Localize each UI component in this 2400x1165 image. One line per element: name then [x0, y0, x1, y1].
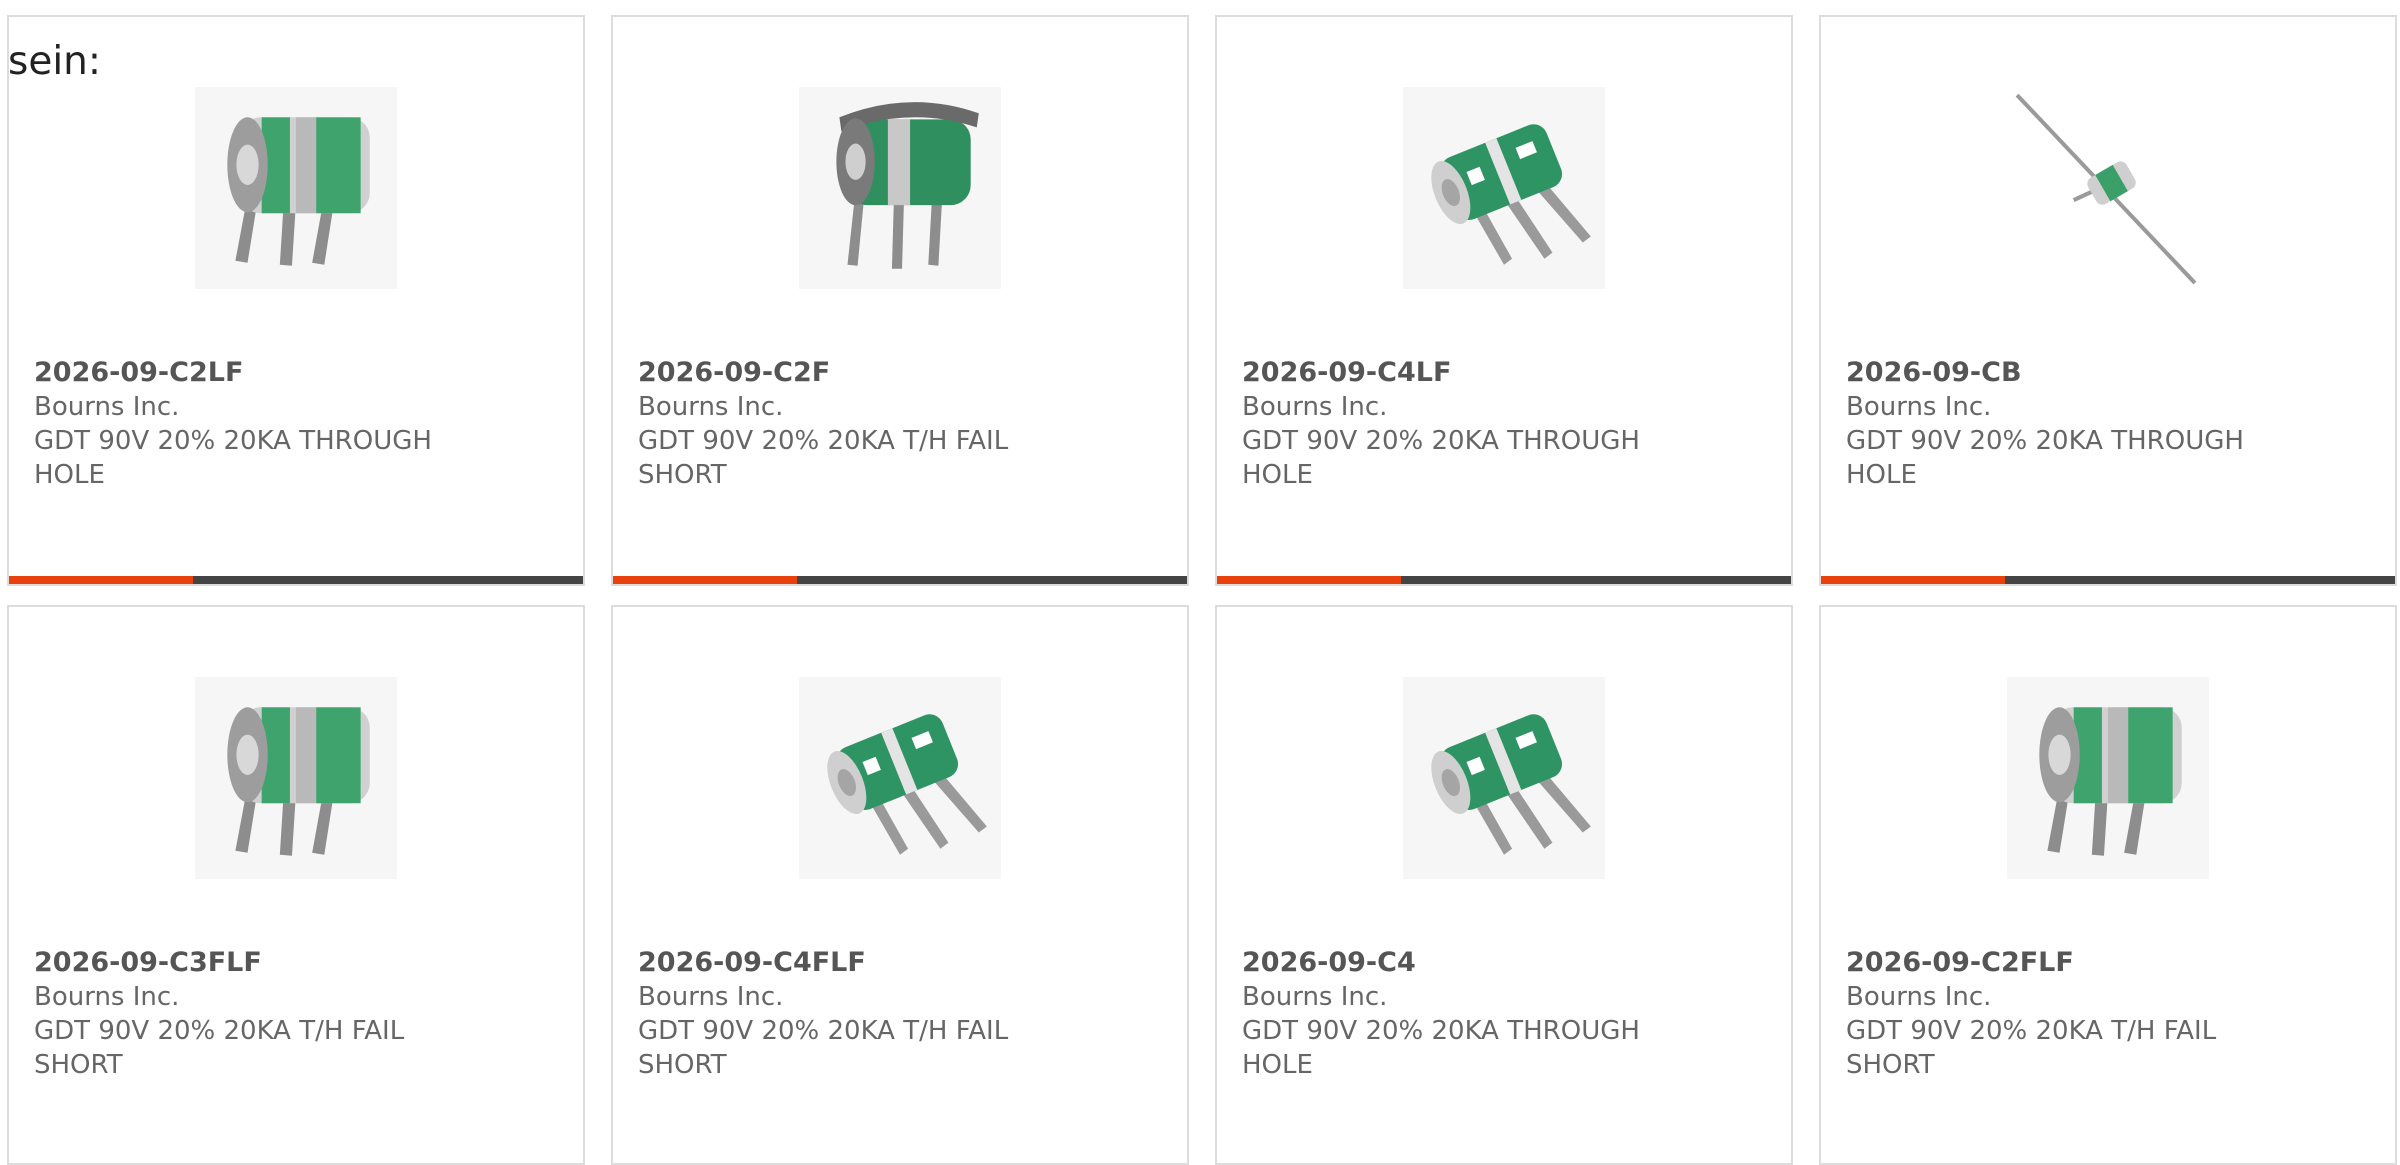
progress-bar-fill: [1217, 576, 1401, 584]
product-info: 2026-09-CB Bourns Inc. GDT 90V 20% 20KA …: [1846, 356, 2366, 492]
progress-bar: [1821, 576, 2395, 584]
gdt-component-image[interactable]: [195, 87, 397, 289]
product-card[interactable]: 2026-09-C3FLF Bourns Inc. GDT 90V 20% 20…: [7, 605, 585, 1165]
product-info: 2026-09-C2LF Bourns Inc. GDT 90V 20% 20K…: [34, 356, 554, 492]
product-card[interactable]: 2026-09-CB Bourns Inc. GDT 90V 20% 20KA …: [1819, 15, 2397, 586]
product-description: GDT 90V 20% 20KA THROUGH HOLE: [1242, 1016, 1640, 1080]
product-info: 2026-09-C3FLF Bourns Inc. GDT 90V 20% 20…: [34, 946, 554, 1082]
3-lead-gdt-green-band-icon: [195, 677, 397, 879]
manufacturer-name: Bourns Inc.: [34, 392, 180, 422]
product-info: 2026-09-C2F Bourns Inc. GDT 90V 20% 20KA…: [638, 356, 1158, 492]
product-description: GDT 90V 20% 20KA T/H FAIL SHORT: [638, 1016, 1009, 1080]
product-card[interactable]: 2026-09-C4FLF Bourns Inc. GDT 90V 20% 20…: [611, 605, 1189, 1165]
manufacturer-name: Bourns Inc.: [638, 392, 784, 422]
product-description: GDT 90V 20% 20KA T/H FAIL SHORT: [1846, 1016, 2217, 1080]
part-number[interactable]: 2026-09-C2LF: [34, 356, 554, 390]
page-prefix-label: sein:: [8, 39, 102, 84]
3-lead-gdt-angled-icon: [1403, 677, 1605, 879]
product-info: 2026-09-C4 Bourns Inc. GDT 90V 20% 20KA …: [1242, 946, 1762, 1082]
part-number[interactable]: 2026-09-C4FLF: [638, 946, 1158, 980]
manufacturer-name: Bourns Inc.: [34, 982, 180, 1012]
product-description: GDT 90V 20% 20KA THROUGH HOLE: [34, 426, 432, 490]
part-number[interactable]: 2026-09-C3FLF: [34, 946, 554, 980]
3-lead-gdt-green-band-icon: [195, 87, 397, 289]
gdt-component-image[interactable]: [1403, 677, 1605, 879]
3-lead-gdt-failsafe-clip-icon: [799, 87, 1001, 289]
progress-bar: [1217, 576, 1791, 584]
manufacturer-name: Bourns Inc.: [1242, 982, 1388, 1012]
3-lead-gdt-green-band-icon: [2007, 677, 2209, 879]
gdt-component-image[interactable]: [799, 87, 1001, 289]
progress-bar: [9, 576, 583, 584]
progress-bar: [613, 576, 1187, 584]
progress-bar-fill: [613, 576, 797, 584]
product-info: 2026-09-C2FLF Bourns Inc. GDT 90V 20% 20…: [1846, 946, 2366, 1082]
gdt-component-image[interactable]: [799, 677, 1001, 879]
product-card[interactable]: 2026-09-C4 Bourns Inc. GDT 90V 20% 20KA …: [1215, 605, 1793, 1165]
part-number[interactable]: 2026-09-C2FLF: [1846, 946, 2366, 980]
part-number[interactable]: 2026-09-CB: [1846, 356, 2366, 390]
product-card[interactable]: 2026-09-C2F Bourns Inc. GDT 90V 20% 20KA…: [611, 15, 1189, 586]
manufacturer-name: Bourns Inc.: [1846, 392, 1992, 422]
progress-bar-fill: [1821, 576, 2005, 584]
gdt-component-image[interactable]: [1403, 87, 1605, 289]
product-description: GDT 90V 20% 20KA THROUGH HOLE: [1846, 426, 2244, 490]
part-number[interactable]: 2026-09-C2F: [638, 356, 1158, 390]
product-info: 2026-09-C4LF Bourns Inc. GDT 90V 20% 20K…: [1242, 356, 1762, 492]
axial-gdt-icon: [2007, 87, 2209, 289]
part-number[interactable]: 2026-09-C4: [1242, 946, 1762, 980]
gdt-component-image[interactable]: [2007, 87, 2209, 289]
gdt-component-image[interactable]: [2007, 677, 2209, 879]
product-description: GDT 90V 20% 20KA T/H FAIL SHORT: [34, 1016, 405, 1080]
manufacturer-name: Bourns Inc.: [1846, 982, 1992, 1012]
3-lead-gdt-angled-icon: [799, 677, 1001, 879]
manufacturer-name: Bourns Inc.: [638, 982, 784, 1012]
3-lead-gdt-angled-icon: [1403, 87, 1605, 289]
manufacturer-name: Bourns Inc.: [1242, 392, 1388, 422]
progress-bar-fill: [9, 576, 193, 584]
product-card[interactable]: 2026-09-C2FLF Bourns Inc. GDT 90V 20% 20…: [1819, 605, 2397, 1165]
product-description: GDT 90V 20% 20KA T/H FAIL SHORT: [638, 426, 1009, 490]
product-info: 2026-09-C4FLF Bourns Inc. GDT 90V 20% 20…: [638, 946, 1158, 1082]
product-description: GDT 90V 20% 20KA THROUGH HOLE: [1242, 426, 1640, 490]
product-card[interactable]: 2026-09-C2LF Bourns Inc. GDT 90V 20% 20K…: [7, 15, 585, 586]
gdt-component-image[interactable]: [195, 677, 397, 879]
product-card[interactable]: 2026-09-C4LF Bourns Inc. GDT 90V 20% 20K…: [1215, 15, 1793, 586]
part-number[interactable]: 2026-09-C4LF: [1242, 356, 1762, 390]
